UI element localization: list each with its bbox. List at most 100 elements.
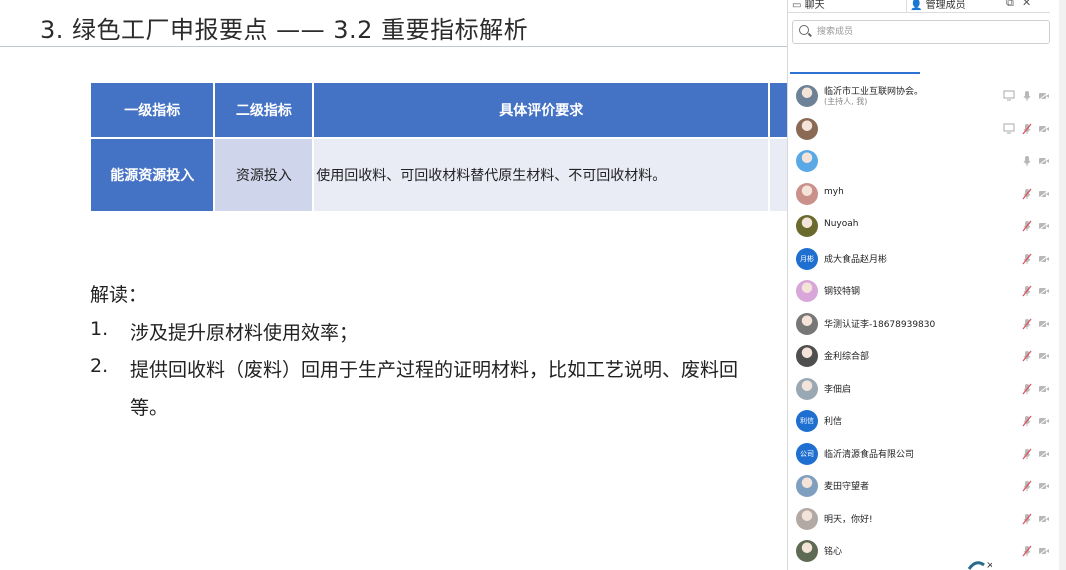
- panel-tabs: ▭ 聊天 👤 管理成员 ⧉ ✕: [788, 0, 1050, 13]
- camera-off-icon[interactable]: [1038, 514, 1050, 524]
- table-row: 能源资源投入 资源投入 使用回收料、可回收材料替代原生材料、不可回收材料。: [88, 137, 790, 213]
- camera-off-icon[interactable]: [1038, 351, 1050, 361]
- avatar: [796, 377, 818, 400]
- mic-muted-icon[interactable]: [1021, 253, 1033, 265]
- member-search: [792, 20, 1050, 44]
- avatar: [796, 280, 818, 302]
- point-number: 1.: [90, 318, 109, 340]
- member-name: 钢铰特钢: [824, 287, 861, 297]
- member-name: 利信: [824, 417, 843, 427]
- camera-off-icon[interactable]: [1038, 156, 1050, 166]
- mic-muted-icon[interactable]: [1021, 220, 1033, 232]
- mic-icon[interactable]: [1021, 90, 1033, 102]
- header-level1: 一级指标: [88, 81, 216, 139]
- screen-share-icon[interactable]: [1003, 122, 1015, 134]
- camera-off-icon[interactable]: [1038, 546, 1050, 556]
- avatar: 公司: [796, 442, 818, 465]
- member-row[interactable]: 铭心: [792, 535, 1050, 567]
- member-name: 明天，你好!: [824, 514, 873, 525]
- member-row[interactable]: 公司 临沂清源食品有限公司: [792, 438, 1050, 470]
- cell-requirement: 使用回收料、可回收材料替代原生材料、不可回收材料。: [312, 137, 771, 213]
- search-icon: [799, 25, 809, 35]
- mic-icon[interactable]: [1021, 155, 1033, 167]
- header-requirement: 具体评价要求: [312, 81, 771, 139]
- camera-off-icon[interactable]: [1038, 254, 1050, 264]
- mic-muted-icon[interactable]: [1021, 545, 1033, 557]
- camera-off-icon[interactable]: [1038, 286, 1050, 296]
- member-name: 金利综合部: [824, 352, 870, 362]
- point-text-continuation: 等。: [130, 397, 169, 419]
- point-text: 提供回收料（废料）回用于生产过程的证明材料，比如工艺说明、废料回: [130, 359, 739, 381]
- mic-muted-icon[interactable]: [1021, 480, 1033, 492]
- point-number: 2.: [90, 355, 109, 377]
- member-row[interactable]: 钢铰特钢: [792, 275, 1050, 307]
- camera-off-icon[interactable]: [1038, 319, 1050, 329]
- point-text: 涉及提升原材料使用效率；: [130, 322, 359, 344]
- screen-share-icon[interactable]: [1003, 90, 1015, 101]
- mic-muted-icon[interactable]: [1021, 350, 1033, 362]
- mic-muted-icon[interactable]: [1021, 285, 1033, 297]
- camera-off-icon[interactable]: [1038, 481, 1050, 491]
- member-panel: ▭ 聊天 👤 管理成员 ⧉ ✕ 临沂市工业互联网协会。(主持人, 我) myh Nu…: [787, 0, 1066, 570]
- mic-muted-icon[interactable]: [1021, 415, 1033, 427]
- camera-off-icon[interactable]: [1038, 384, 1050, 394]
- tab-manage-members[interactable]: 👤 管理成员: [910, 0, 966, 11]
- member-row[interactable]: myh: [792, 178, 1050, 210]
- tab-divider: [906, 0, 907, 12]
- member-row[interactable]: [792, 145, 1050, 177]
- panel-accent-line: [790, 72, 920, 74]
- member-name: 临沂清源食品有限公司: [824, 449, 915, 460]
- member-name: myh: [824, 186, 844, 197]
- member-name: 华测认证李-18678939830: [824, 319, 936, 330]
- tab-manage-label: 管理成员: [925, 0, 966, 11]
- camera-off-icon[interactable]: [1038, 449, 1050, 459]
- chat-icon: ▭: [792, 0, 802, 11]
- member-row[interactable]: 李佃启: [792, 373, 1050, 405]
- member-name: 铭心: [824, 547, 843, 557]
- mic-muted-icon[interactable]: [1021, 123, 1033, 135]
- mic-muted-icon[interactable]: [1021, 318, 1033, 330]
- title-divider: [0, 46, 790, 47]
- member-name: Nuyoah: [824, 219, 859, 229]
- avatar: [796, 540, 818, 562]
- member-row[interactable]: 利信 利信: [792, 405, 1050, 437]
- member-name: 成大食品赵月彬: [824, 254, 888, 265]
- svg-text:×: ×: [986, 560, 992, 570]
- mic-muted-icon[interactable]: [1021, 448, 1033, 460]
- member-name: 李佃启: [824, 384, 852, 395]
- member-role: (主持人, 我): [824, 97, 868, 106]
- avatar: 利信: [796, 410, 818, 432]
- member-row[interactable]: 麦田守望者: [792, 470, 1050, 502]
- camera-off-icon[interactable]: [1038, 189, 1050, 199]
- camera-off-icon[interactable]: [1038, 416, 1050, 426]
- avatar: 月彬: [796, 247, 818, 270]
- member-row[interactable]: 明天，你好!: [792, 503, 1050, 535]
- mic-muted-icon[interactable]: [1021, 188, 1033, 200]
- presentation-slide: 3. 绿色工厂申报要点 —— 3.2 重要指标解析 一级指标 二级指标 具体评价…: [0, 0, 790, 570]
- member-row[interactable]: 华测认证李-18678939830: [792, 308, 1050, 340]
- tab-chat[interactable]: ▭ 聊天: [792, 0, 825, 11]
- popout-icon[interactable]: ⧉: [1006, 0, 1014, 10]
- member-row[interactable]: Nuyoah: [792, 210, 1050, 242]
- panel-scrollbar[interactable]: [1059, 0, 1066, 570]
- member-name: 麦田守望者: [824, 482, 870, 492]
- mic-muted-icon[interactable]: [1021, 383, 1033, 395]
- tab-chat-label: 聊天: [804, 0, 825, 11]
- mic-muted-icon[interactable]: [1021, 513, 1033, 525]
- close-icon[interactable]: ✕: [1022, 0, 1031, 9]
- camera-off-icon[interactable]: [1038, 124, 1050, 134]
- slide-title: 3. 绿色工厂申报要点 —— 3.2 重要指标解析: [40, 16, 529, 44]
- indicator-table: 一级指标 二级指标 具体评价要求 能源资源投入 资源投入 使用回收料、可回收材料…: [88, 81, 790, 213]
- camera-off-icon[interactable]: [1038, 221, 1050, 231]
- person-icon: 👤: [910, 0, 923, 11]
- camera-off-icon[interactable]: [1038, 91, 1050, 101]
- explanation-label: 解读：: [90, 284, 148, 306]
- avatar: [796, 312, 818, 335]
- avatar: [796, 507, 818, 530]
- member-row[interactable]: 月彬 成大食品赵月彬: [792, 243, 1050, 275]
- corner-logo-icon: ×: [968, 560, 992, 570]
- member-row[interactable]: [792, 113, 1050, 145]
- member-row[interactable]: 临沂市工业互联网协会。 (主持人, 我): [792, 80, 1050, 112]
- member-row[interactable]: 金利综合部: [792, 340, 1050, 372]
- search-input[interactable]: [815, 23, 1039, 41]
